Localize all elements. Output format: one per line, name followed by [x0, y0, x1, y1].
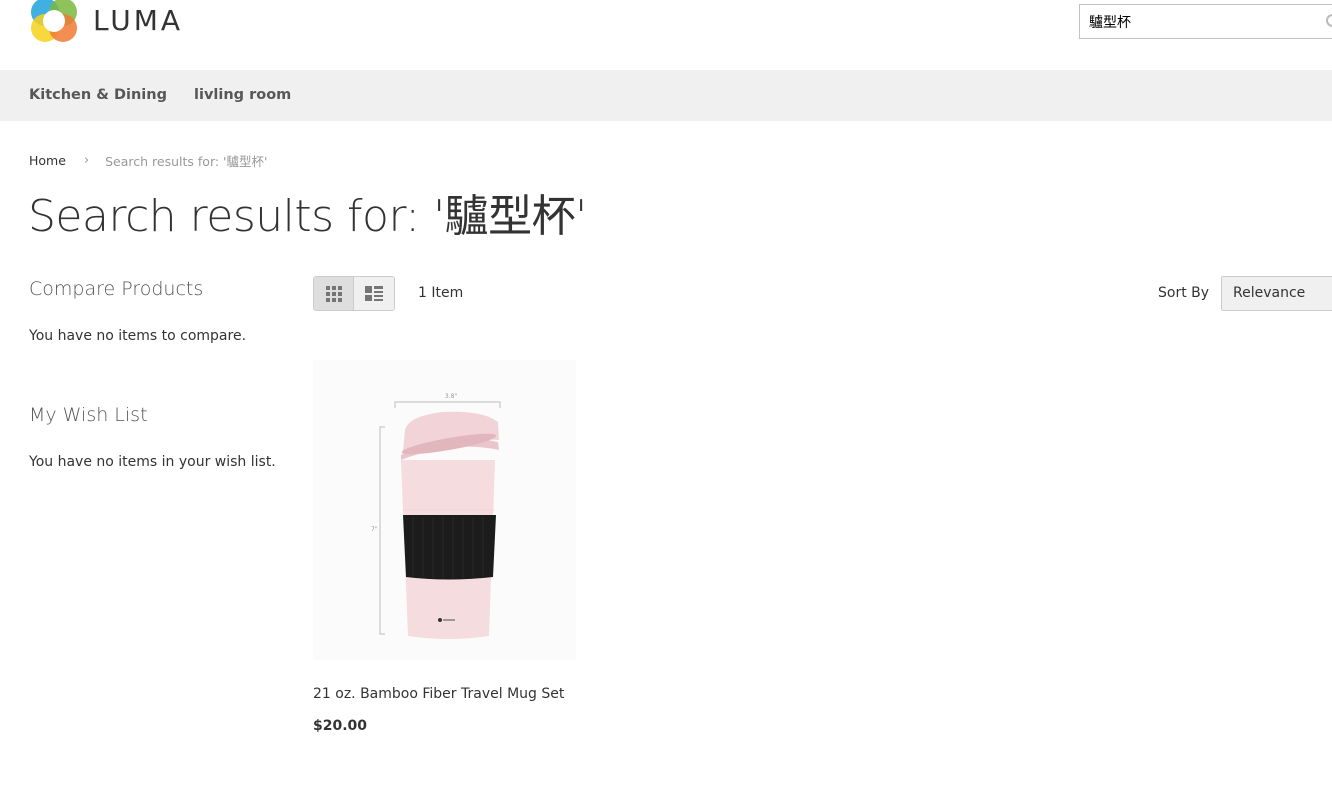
grid-icon	[325, 285, 342, 302]
sort-by-label: Sort By	[1158, 285, 1210, 301]
height-dimension-label: 7"	[371, 526, 378, 533]
search-input[interactable]	[1080, 5, 1332, 38]
nav-item-kitchen-dining[interactable]: Kitchen & Dining	[29, 87, 167, 103]
search-box[interactable]	[1079, 4, 1332, 39]
main-navigation: Kitchen & Dining livling room	[0, 70, 1332, 121]
list-icon	[365, 286, 383, 301]
wishlist-title: My Wish List	[29, 404, 148, 426]
grid-view-button[interactable]	[314, 277, 355, 310]
breadcrumb-home[interactable]: Home	[29, 153, 66, 168]
search-icon[interactable]	[1326, 14, 1332, 27]
compare-empty-text: You have no items to compare.	[29, 328, 247, 344]
page-title: Search results for: '驢型杯'	[28, 191, 587, 242]
wishlist-empty-text: You have no items in your wish list.	[29, 454, 276, 470]
compare-products-title: Compare Products	[29, 278, 204, 300]
product-image[interactable]: 3.8" 7"	[313, 360, 576, 660]
breadcrumb: Home › Search results for: '驢型杯'	[29, 151, 267, 170]
nav-item-living-room[interactable]: livling room	[194, 87, 291, 103]
page-header: LUMA	[0, 0, 1332, 70]
chevron-right-icon: ›	[83, 153, 90, 168]
width-dimension-label: 3.8"	[445, 393, 458, 400]
list-view-button[interactable]	[354, 277, 394, 310]
product-name-link[interactable]: 21 oz. Bamboo Fiber Travel Mug Set	[313, 686, 564, 702]
luma-logo[interactable]: LUMA	[29, 0, 183, 42]
view-mode-switcher	[313, 276, 395, 311]
logo-text: LUMA	[93, 3, 184, 37]
product-price: $20.00	[313, 718, 368, 734]
logo-icon	[29, 0, 79, 42]
sort-by-select[interactable]: Relevance	[1221, 276, 1332, 311]
travel-mug-image: 3.8" 7"	[313, 360, 576, 660]
breadcrumb-current: Search results for: '驢型杯'	[105, 154, 268, 169]
toolbar-item-count: 1 Item	[418, 285, 464, 301]
